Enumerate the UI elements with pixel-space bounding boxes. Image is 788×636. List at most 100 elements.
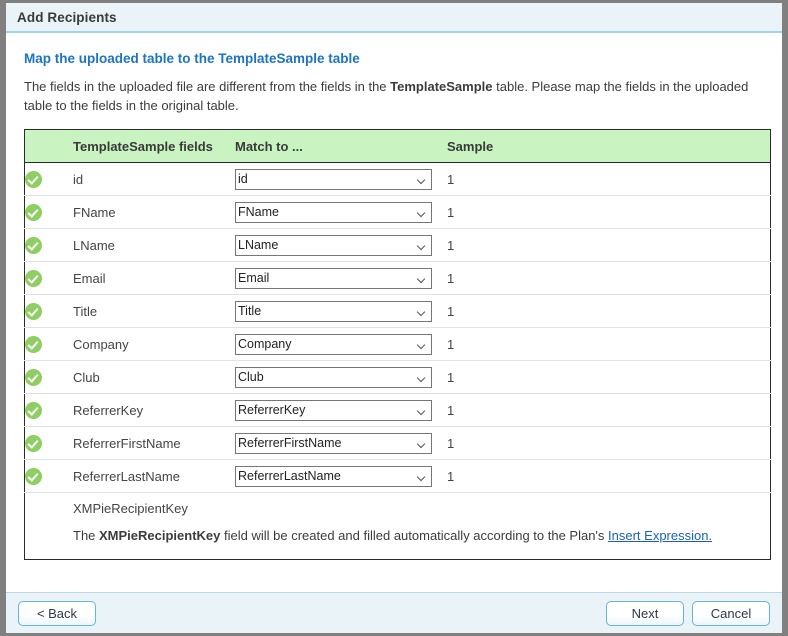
match-select-wrapper: ReferrerKey xyxy=(235,399,432,421)
template-field-name: Company xyxy=(73,336,129,352)
template-field-name: Email xyxy=(73,270,106,286)
sample-value: 1 xyxy=(447,468,455,484)
row-status-cell xyxy=(25,394,74,427)
match-select-wrapper: id xyxy=(235,168,432,190)
sample-value: 1 xyxy=(447,435,455,451)
sample-value: 1 xyxy=(447,336,455,352)
table-row: Company Company 1 xyxy=(24,328,771,361)
table-body: id id 1 FName FName 1 LName LName 1 Email Email 1 Ti… xyxy=(24,163,771,560)
sample-value: 1 xyxy=(447,204,455,220)
match-to-cell: LName xyxy=(235,229,447,262)
match-to-cell: ReferrerLastName xyxy=(235,460,447,493)
sample-value: 1 xyxy=(447,303,455,319)
match-select-wrapper: Email xyxy=(235,267,432,289)
field-mapping-table: TemplateSample fields Match to ... Sampl… xyxy=(24,129,771,560)
table-row: ReferrerFirstName ReferrerFirstName 1 xyxy=(24,427,771,460)
recipient-key-note-row: XMPieRecipientKey The XMPieRecipientKey f… xyxy=(25,493,771,560)
match-select-wrapper: FName xyxy=(235,201,432,223)
row-status-cell xyxy=(25,328,74,361)
table-header-row: TemplateSample fields Match to ... Sampl… xyxy=(24,129,771,163)
next-button[interactable]: Next xyxy=(606,600,684,626)
sample-value: 1 xyxy=(447,402,455,418)
table-row: LName LName 1 xyxy=(24,229,771,262)
match-select-wrapper: ReferrerLastName xyxy=(235,465,432,487)
dialog-footer: < Back Next Cancel xyxy=(6,592,782,633)
intro-paragraph: The fields in the uploaded file are diff… xyxy=(24,77,766,115)
section-heading: Map the uploaded table to the TemplateSa… xyxy=(24,51,360,66)
match-select-wrapper: Company xyxy=(235,333,432,355)
row-status-cell xyxy=(25,361,74,394)
match-select-LName[interactable]: LName xyxy=(235,234,432,256)
row-status-cell xyxy=(25,229,74,262)
row-status-cell xyxy=(25,196,74,229)
match-select-Club[interactable]: Club xyxy=(235,366,432,388)
table-row: FName FName 1 xyxy=(24,196,771,229)
insert-expression-link[interactable]: Insert Expression. xyxy=(608,528,712,543)
table-row: id id 1 xyxy=(24,163,771,196)
match-select-ReferrerFirstName[interactable]: ReferrerFirstName xyxy=(235,432,432,454)
column-header-status xyxy=(24,129,73,163)
sample-value: 1 xyxy=(447,171,455,187)
match-to-cell: ReferrerKey xyxy=(235,394,447,427)
table-row: Club Club 1 xyxy=(24,361,771,394)
table-row: Title Title 1 xyxy=(24,295,771,328)
template-field-name: ReferrerKey xyxy=(73,402,144,418)
match-select-id[interactable]: id xyxy=(235,168,432,190)
note-gutter xyxy=(25,493,74,560)
dialog-content: Map the uploaded table to the TemplateSa… xyxy=(6,33,782,592)
sample-value: 1 xyxy=(447,237,455,253)
match-select-Email[interactable]: Email xyxy=(235,267,432,289)
template-field-name: Title xyxy=(73,303,98,319)
match-to-cell: id xyxy=(235,163,447,196)
column-header-match-to: Match to ... xyxy=(235,129,447,163)
check-circle-icon xyxy=(25,467,42,485)
template-field-name: id xyxy=(73,171,84,187)
template-field-name: Club xyxy=(73,369,100,385)
match-select-FName[interactable]: FName xyxy=(235,201,432,223)
column-header-template-fields: TemplateSample fields xyxy=(73,129,235,163)
check-circle-icon xyxy=(25,170,42,188)
note-text-part2: field will be created and filled automat… xyxy=(220,528,609,543)
check-circle-icon xyxy=(25,236,42,254)
match-to-cell: Club xyxy=(235,361,447,394)
match-select-wrapper: LName xyxy=(235,234,432,256)
match-select-wrapper: ReferrerFirstName xyxy=(235,432,432,454)
match-to-cell: FName xyxy=(235,196,447,229)
recipient-key-label: XMPieRecipientKey xyxy=(73,501,188,516)
match-select-wrapper: Club xyxy=(235,366,432,388)
recipient-key-note: XMPieRecipientKey The XMPieRecipientKey f… xyxy=(73,493,771,560)
row-status-cell xyxy=(25,427,74,460)
check-circle-icon xyxy=(25,401,42,419)
template-field-name: LName xyxy=(73,237,115,253)
check-circle-icon xyxy=(25,203,42,221)
sample-value: 1 xyxy=(447,369,455,385)
match-to-cell: Email xyxy=(235,262,447,295)
note-key-name: XMPieRecipientKey xyxy=(99,528,221,543)
row-status-cell xyxy=(25,460,74,493)
row-status-cell xyxy=(25,295,74,328)
back-button[interactable]: < Back xyxy=(18,600,96,626)
match-to-cell: Title xyxy=(235,295,447,328)
note-text-part1: The xyxy=(73,528,100,543)
recipient-key-description: The XMPieRecipientKey field will be crea… xyxy=(73,526,770,555)
check-circle-icon xyxy=(25,368,42,386)
match-to-cell: ReferrerFirstName xyxy=(235,427,447,460)
sample-value: 1 xyxy=(447,270,455,286)
table-head: TemplateSample fields Match to ... Sampl… xyxy=(24,129,771,163)
match-select-ReferrerLastName[interactable]: ReferrerLastName xyxy=(235,465,432,487)
check-circle-icon xyxy=(25,335,42,353)
row-status-cell xyxy=(25,262,74,295)
column-header-sample: Sample xyxy=(447,129,771,163)
template-field-name: FName xyxy=(73,204,116,220)
match-select-Title[interactable]: Title xyxy=(235,300,432,322)
match-select-wrapper: Title xyxy=(235,300,432,322)
template-field-name: ReferrerLastName xyxy=(73,468,180,484)
check-circle-icon xyxy=(25,434,42,452)
add-recipients-dialog: Add Recipients Map the uploaded table to… xyxy=(6,3,782,633)
match-select-ReferrerKey[interactable]: ReferrerKey xyxy=(235,399,432,421)
dialog-titlebar: Add Recipients xyxy=(6,3,782,33)
cancel-button[interactable]: Cancel xyxy=(692,600,770,626)
dialog-title: Add Recipients xyxy=(17,9,117,25)
check-circle-icon xyxy=(25,269,42,287)
match-select-Company[interactable]: Company xyxy=(235,333,432,355)
